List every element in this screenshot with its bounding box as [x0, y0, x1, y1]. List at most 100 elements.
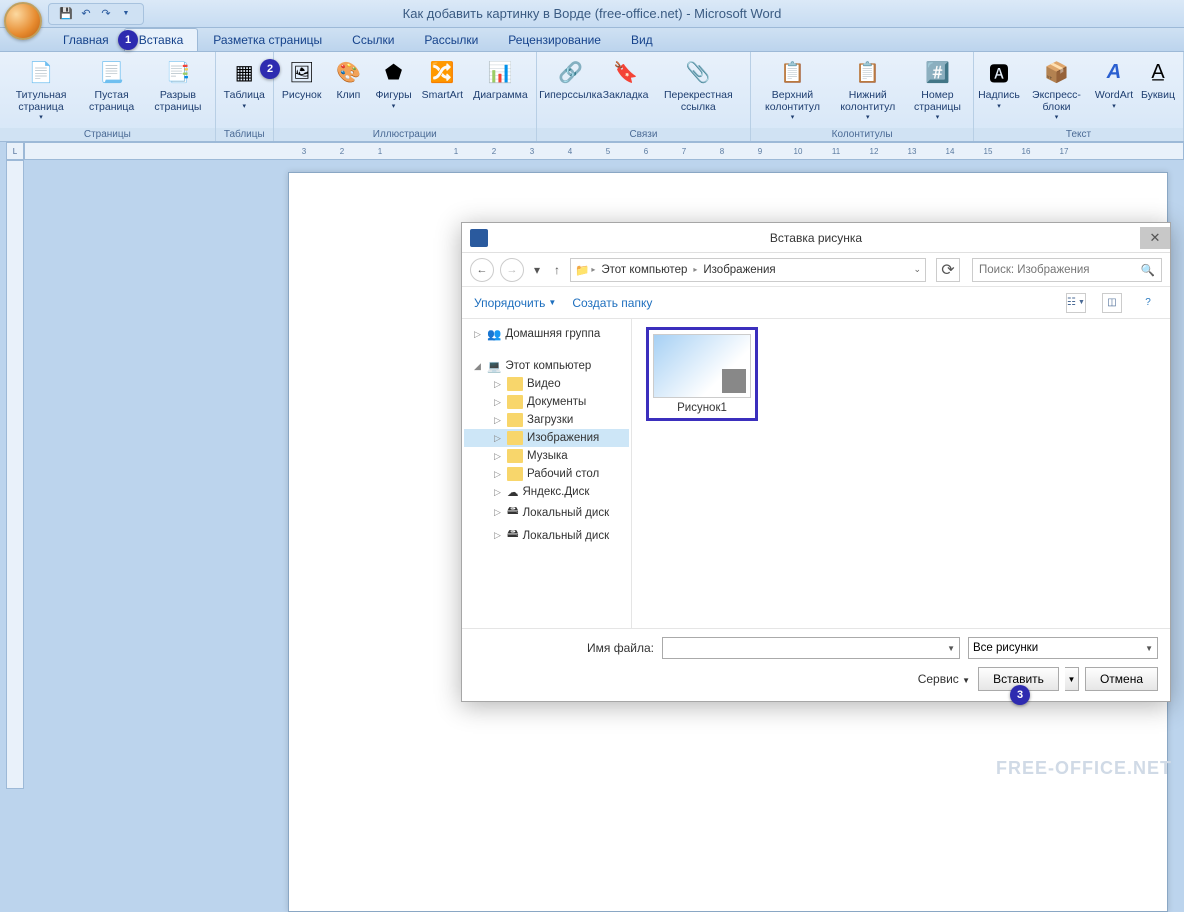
search-box[interactable]: 🔍: [972, 258, 1162, 282]
tree-images[interactable]: ▷Изображения: [464, 429, 629, 447]
tree-localdisk-2[interactable]: ▷🖴Локальный диск: [464, 524, 629, 547]
tab-references[interactable]: Ссылки: [337, 28, 409, 51]
file-list[interactable]: Рисунок1: [632, 319, 1170, 628]
cover-page-icon: 📄: [25, 56, 57, 88]
insert-split-button[interactable]: ▼: [1065, 667, 1079, 691]
chart-icon: 📊: [484, 56, 516, 88]
insert-picture-dialog: Вставка рисунка ✕ ← → ▾ ↑ 📁 ▸ Этот компь…: [461, 222, 1171, 702]
tree-thispc[interactable]: ◢💻Этот компьютер: [464, 357, 629, 375]
newfolder-button[interactable]: Создать папку: [572, 296, 652, 310]
group-headerfooter: 📋Верхний колонтитул▾ 📋Нижний колонтитул▾…: [751, 52, 974, 141]
page-break-button[interactable]: 📑Разрыв страницы: [145, 54, 211, 115]
header-button[interactable]: 📋Верхний колонтитул▾: [755, 54, 829, 123]
group-text-label: Текст: [974, 128, 1183, 141]
smartart-button[interactable]: 🔀SmartArt: [418, 54, 467, 104]
clip-button[interactable]: 🎨Клип: [327, 54, 369, 104]
textbox-button[interactable]: 🅰Надпись▾: [978, 54, 1020, 112]
header-icon: 📋: [776, 56, 808, 88]
drive-icon: 🖴: [507, 526, 519, 545]
save-icon[interactable]: 💾: [59, 7, 73, 21]
folder-icon: 📁: [575, 263, 589, 277]
pagenumber-button[interactable]: #️⃣Номер страницы▾: [906, 54, 969, 123]
qat-dropdown-icon[interactable]: ▼: [119, 7, 133, 21]
folder-tree: ▷👥Домашняя группа ◢💻Этот компьютер ▷Виде…: [462, 319, 632, 628]
chart-button[interactable]: 📊Диаграмма: [469, 54, 532, 104]
back-button[interactable]: ←: [470, 258, 494, 282]
cover-page-button[interactable]: 📄Титульная страница▾: [4, 54, 78, 123]
tree-localdisk-1[interactable]: ▷🖴Локальный диск: [464, 501, 629, 524]
group-pages-label: Страницы: [0, 128, 215, 141]
refresh-button[interactable]: ⟳: [936, 258, 960, 282]
bookmark-button[interactable]: 🔖Закладка: [603, 54, 649, 104]
dropcap-button[interactable]: A̲Буквиц: [1137, 54, 1179, 104]
chevron-down-icon: ▼: [947, 644, 955, 653]
quickparts-icon: 📦: [1040, 56, 1072, 88]
horizontal-ruler[interactable]: 3211234567891011121314151617: [24, 142, 1184, 160]
service-label[interactable]: Сервис ▼: [918, 672, 970, 686]
ruler-corner[interactable]: L: [6, 142, 24, 160]
vertical-ruler[interactable]: [6, 160, 24, 789]
tree-documents[interactable]: ▷Документы: [464, 393, 629, 411]
forward-button[interactable]: →: [500, 258, 524, 282]
tab-home[interactable]: Главная: [48, 28, 124, 51]
dropcap-icon: A̲: [1142, 56, 1174, 88]
chevron-right-icon: ▸: [591, 265, 595, 274]
window-title: Как добавить картинку в Ворде (free-offi…: [403, 6, 782, 21]
search-icon: 🔍: [1141, 263, 1155, 277]
tree-video[interactable]: ▷Видео: [464, 375, 629, 393]
help-button[interactable]: ?: [1138, 293, 1158, 313]
hyperlink-icon: 🔗: [555, 56, 587, 88]
dialog-body: ▷👥Домашняя группа ◢💻Этот компьютер ▷Виде…: [462, 319, 1170, 628]
quickparts-button[interactable]: 📦Экспресс-блоки▾: [1022, 54, 1091, 123]
drive-icon: 🖴: [507, 503, 519, 522]
picture-button[interactable]: 🖼Рисунок: [278, 54, 326, 104]
close-button[interactable]: ✕: [1140, 227, 1170, 249]
footer-icon: 📋: [852, 56, 884, 88]
group-tables-label: Таблицы: [216, 128, 273, 141]
file-name: Рисунок1: [653, 402, 751, 414]
footer-button[interactable]: 📋Нижний колонтитул▾: [832, 54, 904, 123]
hyperlink-button[interactable]: 🔗Гиперссылка: [541, 54, 601, 104]
crossref-button[interactable]: 📎Перекрестная ссылка: [650, 54, 746, 115]
cloud-icon: ☁: [507, 485, 519, 499]
cancel-button[interactable]: Отмена: [1085, 667, 1158, 691]
computer-icon: 💻: [487, 359, 501, 373]
preview-pane-button[interactable]: ◫: [1102, 293, 1122, 313]
recent-dropdown-icon[interactable]: ▾: [530, 263, 544, 277]
breadcrumb-images[interactable]: Изображения: [699, 264, 779, 276]
file-item[interactable]: Рисунок1: [646, 327, 758, 421]
filter-combo[interactable]: Все рисунки▼: [968, 637, 1158, 659]
blank-page-button[interactable]: 📃Пустая страница: [80, 54, 143, 115]
group-pages: 📄Титульная страница▾ 📃Пустая страница 📑Р…: [0, 52, 216, 141]
organize-button[interactable]: Упорядочить▼: [474, 296, 556, 310]
view-mode-button[interactable]: ☷▼: [1066, 293, 1086, 313]
bookmark-icon: 🔖: [610, 56, 642, 88]
tree-homegroup[interactable]: ▷👥Домашняя группа: [464, 325, 629, 343]
tab-review[interactable]: Рецензирование: [493, 28, 616, 51]
group-illustrations-label: Иллюстрации: [274, 128, 536, 141]
tree-music[interactable]: ▷Музыка: [464, 447, 629, 465]
titlebar: 💾 ↶ ↷ ▼ Как добавить картинку в Ворде (f…: [0, 0, 1184, 28]
tab-view[interactable]: Вид: [616, 28, 668, 51]
tree-downloads[interactable]: ▷Загрузки: [464, 411, 629, 429]
tab-mailings[interactable]: Рассылки: [409, 28, 493, 51]
tab-layout[interactable]: Разметка страницы: [198, 28, 337, 51]
redo-icon[interactable]: ↷: [99, 7, 113, 21]
tree-desktop[interactable]: ▷Рабочий стол: [464, 465, 629, 483]
up-button[interactable]: ↑: [550, 263, 564, 277]
filename-combo[interactable]: ▼: [662, 637, 960, 659]
dialog-navbar: ← → ▾ ↑ 📁 ▸ Этот компьютер ▸ Изображения…: [462, 253, 1170, 287]
tree-yandexdisk[interactable]: ▷☁Яндекс.Диск: [464, 483, 629, 501]
wordart-button[interactable]: AWordArt▾: [1093, 54, 1135, 112]
office-button[interactable]: [4, 2, 42, 40]
address-bar[interactable]: 📁 ▸ Этот компьютер ▸ Изображения ⌄: [570, 258, 926, 282]
address-dropdown-icon[interactable]: ⌄: [913, 264, 921, 275]
folder-icon: [507, 449, 523, 463]
shapes-button[interactable]: ⬟Фигуры▾: [371, 54, 415, 112]
search-input[interactable]: [979, 264, 1141, 276]
dialog-title: Вставка рисунка: [770, 231, 862, 245]
folder-icon: [507, 467, 523, 481]
pagenumber-icon: #️⃣: [921, 56, 953, 88]
undo-icon[interactable]: ↶: [79, 7, 93, 21]
breadcrumb-thispc[interactable]: Этот компьютер: [597, 264, 691, 276]
